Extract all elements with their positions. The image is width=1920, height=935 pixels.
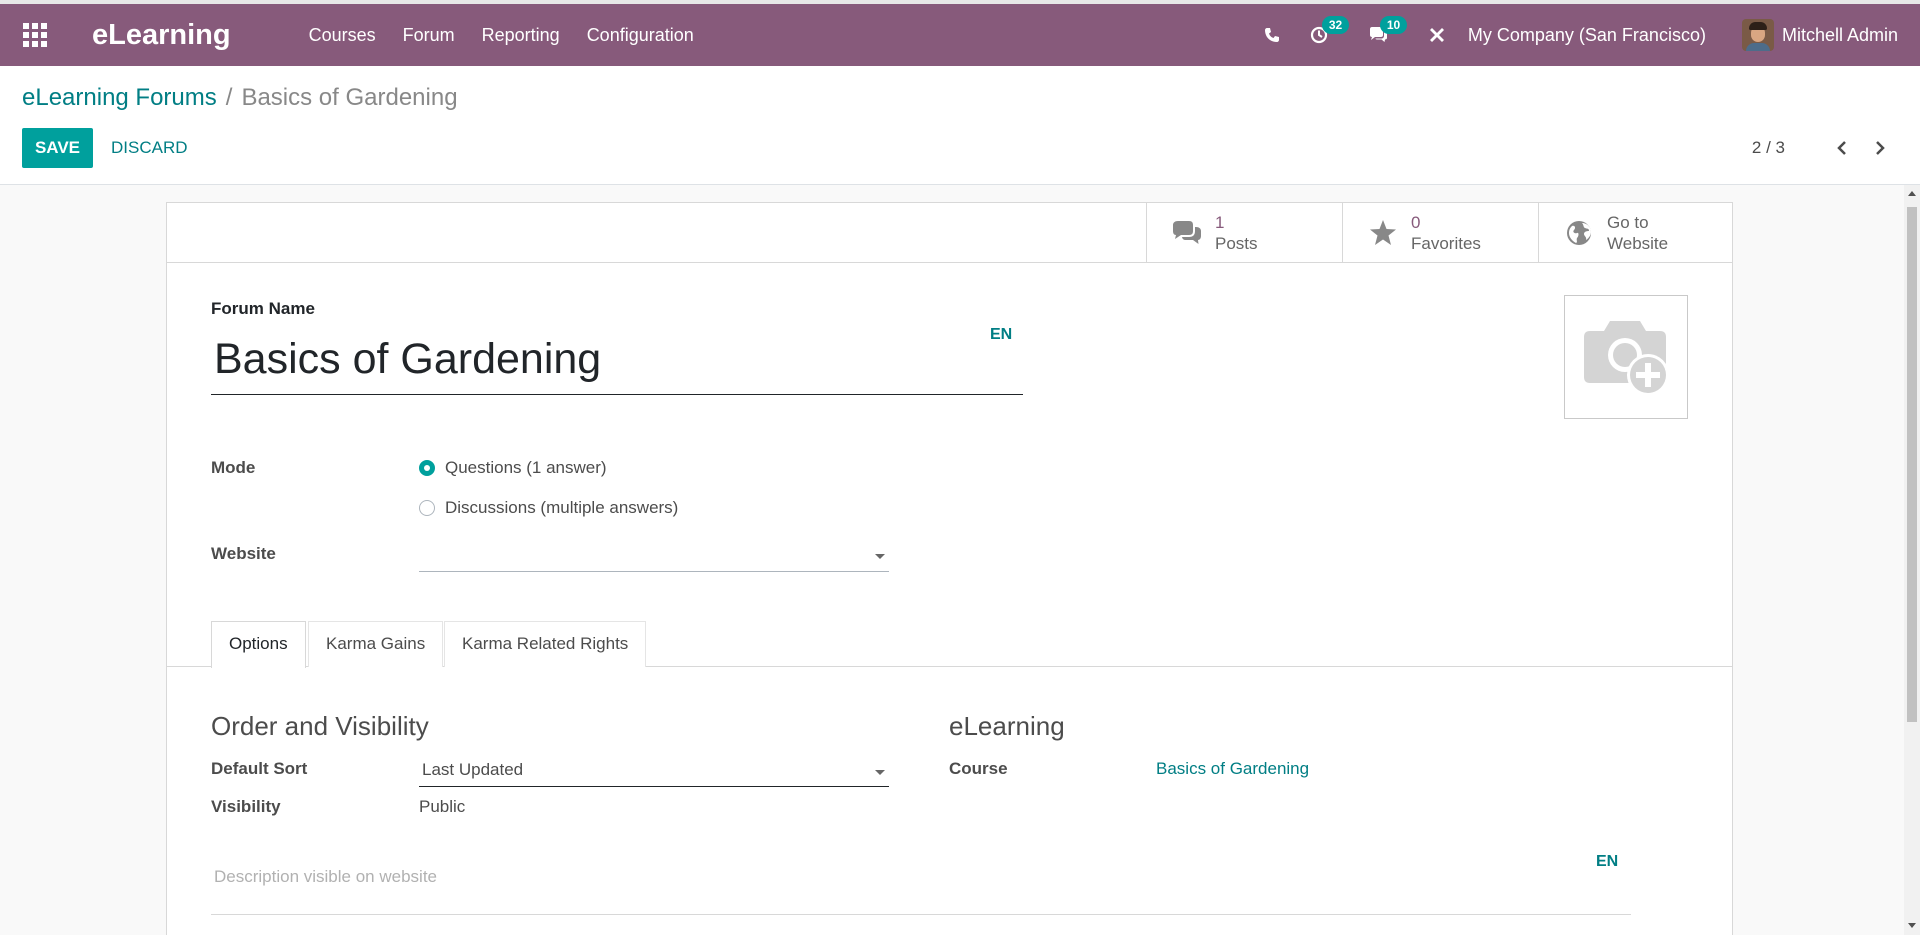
- go-to-website-button[interactable]: Go to Website: [1538, 203, 1733, 263]
- chevron-down-icon: [875, 769, 885, 775]
- website-label: Website: [211, 544, 276, 563]
- scroll-up-arrow-icon[interactable]: [1908, 191, 1916, 196]
- scrollbar-thumb[interactable]: [1907, 207, 1917, 722]
- favorites-count: 0: [1411, 213, 1421, 232]
- pager-value[interactable]: 2 / 3: [1752, 138, 1785, 158]
- tab-karma-related-rights[interactable]: Karma Related Rights: [444, 621, 647, 667]
- star-icon: [1355, 219, 1411, 247]
- phone-icon[interactable]: [1264, 27, 1280, 43]
- default-sort-value: Last Updated: [422, 760, 524, 779]
- forum-name-lang-button[interactable]: EN: [990, 326, 1012, 344]
- tab-options[interactable]: Options: [211, 621, 306, 668]
- favorites-stat-button[interactable]: 0 Favorites: [1342, 203, 1538, 263]
- form-sheet: 1 Posts 0 Favorites Go to Website Forum …: [166, 202, 1733, 935]
- breadcrumb-separator: /: [225, 84, 233, 111]
- breadcrumb-current: Basics of Gardening: [241, 84, 458, 111]
- posts-stat-button[interactable]: 1 Posts: [1146, 203, 1342, 263]
- control-panel: eLearning Forums / Basics of Gardening S…: [0, 66, 1920, 185]
- course-link[interactable]: Basics of Gardening: [1156, 759, 1309, 779]
- user-avatar: [1741, 19, 1774, 51]
- discard-button[interactable]: DISCARD: [103, 128, 196, 168]
- elearning-section-title: eLearning: [949, 711, 1065, 741]
- breadcrumb-parent-link[interactable]: eLearning Forums: [22, 84, 217, 112]
- scroll-down-arrow-icon[interactable]: [1908, 923, 1916, 928]
- page-scrollbar[interactable]: [1904, 185, 1920, 935]
- mode-option-discussions-label: Discussions (multiple answers): [445, 498, 679, 517]
- tab-karma-gains[interactable]: Karma Gains: [308, 621, 444, 667]
- smart-button-box: 1 Posts 0 Favorites Go to Website: [167, 203, 1732, 263]
- posts-count: 1: [1215, 213, 1225, 232]
- save-button[interactable]: SAVE: [22, 128, 93, 168]
- form-scroll-area: 1 Posts 0 Favorites Go to Website Forum …: [0, 185, 1904, 935]
- company-switcher[interactable]: My Company (San Francisco): [1468, 25, 1706, 46]
- app-brand[interactable]: eLearning: [92, 19, 231, 52]
- mode-option-questions[interactable]: Questions (1 answer): [419, 458, 607, 478]
- messages-icon[interactable]: 10: [1368, 16, 1408, 44]
- breadcrumb: eLearning Forums / Basics of Gardening: [22, 84, 458, 112]
- debug-tools-icon[interactable]: [1428, 26, 1446, 44]
- main-navbar: eLearning Courses Forum Reporting Config…: [0, 4, 1920, 66]
- forum-name-label: Forum Name: [211, 299, 315, 318]
- globe-icon: [1551, 220, 1607, 246]
- user-menu[interactable]: Mitchell Admin: [1741, 19, 1898, 51]
- menu-forum[interactable]: Forum: [403, 25, 455, 46]
- menu-courses[interactable]: Courses: [309, 25, 376, 46]
- radio-discussions[interactable]: [419, 500, 435, 516]
- mode-option-discussions[interactable]: Discussions (multiple answers): [419, 498, 678, 518]
- description-input[interactable]: Description visible on website: [211, 853, 1631, 915]
- apps-menu-icon[interactable]: [0, 4, 70, 66]
- course-label: Course: [949, 759, 1008, 778]
- comments-icon: [1159, 220, 1215, 246]
- menu-configuration[interactable]: Configuration: [587, 25, 694, 46]
- mode-option-questions-label: Questions (1 answer): [445, 458, 607, 477]
- website-line1: Go to: [1607, 213, 1649, 232]
- menu-reporting[interactable]: Reporting: [482, 25, 560, 46]
- visibility-label: Visibility: [211, 797, 281, 816]
- order-visibility-title: Order and Visibility: [211, 711, 429, 741]
- camera-add-icon: [1584, 321, 1669, 396]
- activity-clock-icon[interactable]: 32: [1310, 16, 1350, 44]
- user-name: Mitchell Admin: [1781, 24, 1898, 45]
- forum-image-upload[interactable]: [1564, 295, 1688, 419]
- favorites-label: Favorites: [1411, 234, 1481, 253]
- default-sort-label: Default Sort: [211, 759, 308, 778]
- posts-label: Posts: [1215, 234, 1258, 253]
- website-line2: Website: [1607, 234, 1669, 253]
- website-select[interactable]: [419, 536, 889, 572]
- radio-questions[interactable]: [419, 460, 435, 476]
- pager-previous-icon[interactable]: [1830, 136, 1854, 160]
- chevron-down-icon: [875, 553, 885, 559]
- description-lang-button[interactable]: EN: [1596, 853, 1618, 871]
- pager-next-icon[interactable]: [1868, 136, 1892, 160]
- activity-count-badge: 32: [1321, 16, 1350, 34]
- messages-count-badge: 10: [1379, 16, 1408, 34]
- form-tabs: Options Karma Gains Karma Related Rights: [167, 621, 1732, 668]
- visibility-value[interactable]: Public: [419, 797, 465, 817]
- forum-name-input[interactable]: Basics of Gardening: [211, 329, 1023, 395]
- default-sort-select[interactable]: Last Updated: [419, 753, 889, 787]
- mode-label: Mode: [211, 458, 256, 477]
